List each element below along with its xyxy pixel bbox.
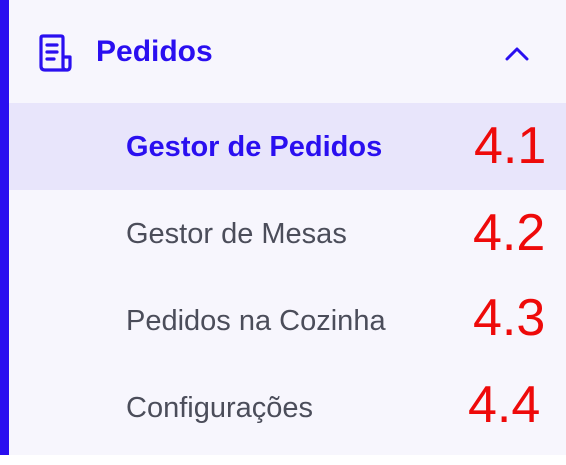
section-title: Pedidos bbox=[96, 35, 213, 68]
menu-item-label: Pedidos na Cozinha bbox=[126, 305, 386, 337]
menu-item-pedidos-na-cozinha[interactable]: Pedidos na Cozinha 4.3 bbox=[9, 277, 566, 364]
menu-item-annotation: 4.4 bbox=[468, 376, 541, 434]
menu-item-label: Configurações bbox=[126, 392, 313, 424]
menu-item-label: Gestor de Pedidos bbox=[126, 131, 383, 163]
section-header-pedidos[interactable]: Pedidos bbox=[9, 0, 566, 102]
document-list-icon bbox=[37, 33, 79, 73]
menu-item-gestor-de-mesas[interactable]: Gestor de Mesas 4.2 bbox=[9, 190, 566, 277]
menu-item-annotation: 4.3 bbox=[473, 289, 546, 347]
menu-item-gestor-de-pedidos[interactable]: Gestor de Pedidos 4.1 bbox=[9, 103, 566, 190]
menu-item-annotation: 4.2 bbox=[473, 204, 546, 262]
chevron-up-icon[interactable] bbox=[501, 38, 533, 70]
menu-item-configuracoes[interactable]: Configurações 4.4 bbox=[9, 364, 566, 451]
menu-item-label: Gestor de Mesas bbox=[126, 218, 347, 250]
sidebar-panel: Pedidos Gestor de Pedidos 4.1 Gestor de … bbox=[0, 0, 566, 455]
active-section-indicator bbox=[0, 0, 9, 455]
menu-item-annotation: 4.1 bbox=[474, 117, 547, 175]
